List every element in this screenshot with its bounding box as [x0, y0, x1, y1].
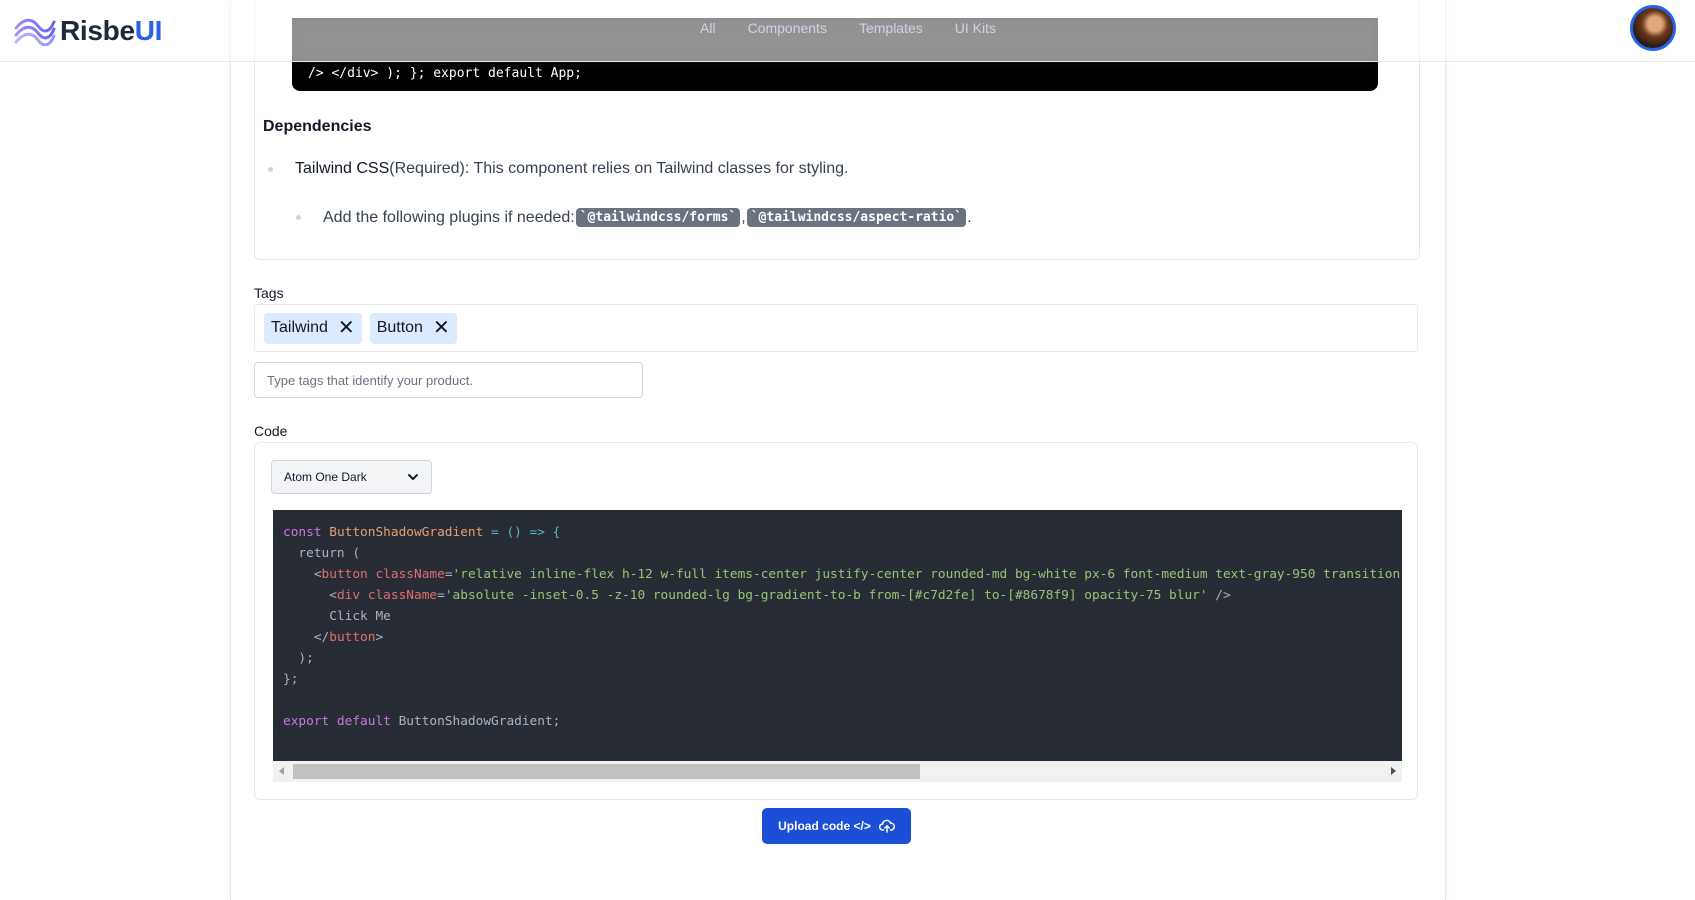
code-token: Click Me	[283, 609, 391, 624]
tag-chip-tailwind: Tailwind ✕	[264, 312, 362, 344]
user-avatar[interactable]	[1630, 5, 1676, 51]
remove-tag-icon[interactable]: ✕	[433, 318, 450, 338]
code-token: 'relative inline-flex h-12 w-full items-…	[452, 567, 1402, 582]
nav-all[interactable]: All	[700, 20, 716, 36]
code-token: >	[375, 630, 384, 645]
tag-label: Button	[376, 319, 423, 336]
code-text: const ButtonShadowGradient = () => { ret…	[273, 510, 1402, 744]
code-token: className	[360, 588, 438, 603]
code-token: = () => {	[483, 525, 561, 540]
code-token: className	[367, 567, 445, 582]
plugin-forms-code: `@tailwindcss/forms`	[575, 208, 741, 227]
code-token: const	[283, 525, 330, 540]
theme-select-value: Atom One Dark	[284, 470, 367, 484]
nav-components[interactable]: Components	[748, 20, 827, 36]
preview-code-text: /> </div> ); }; export default App;	[308, 66, 582, 81]
logo-text: RisbeUI	[60, 15, 162, 47]
code-token: );	[283, 651, 314, 666]
code-token: =	[437, 588, 445, 603]
dependency-name: Tailwind CSS	[295, 160, 390, 177]
logo-text-accent: UI	[134, 15, 163, 46]
main-nav: All Components Templates UI Kits	[700, 20, 996, 36]
scroll-right-icon[interactable]	[1391, 767, 1396, 775]
code-token: ButtonShadowGradient;	[398, 714, 561, 729]
cloud-upload-icon	[878, 819, 895, 833]
code-token: <	[283, 588, 337, 603]
dependencies-title: Dependencies	[263, 118, 372, 135]
plugins-suffix: .	[967, 208, 972, 226]
code-token: =	[444, 567, 453, 582]
code-label: Code	[254, 423, 288, 439]
logo-text-main: Risbe	[60, 15, 135, 46]
dependency-description: (Required): This component relies on Tai…	[389, 160, 849, 177]
bullet	[268, 166, 273, 172]
code-editor[interactable]: const ButtonShadowGradient = () => { ret…	[273, 510, 1402, 761]
wave-logo-icon	[14, 18, 56, 46]
code-token: </	[283, 630, 330, 645]
code-token: 'absolute -inset-0.5 -z-10 rounded-lg bg…	[444, 588, 1208, 603]
remove-tag-icon[interactable]: ✕	[338, 318, 355, 338]
plugin-aspect-ratio-code: `@tailwindcss/aspect-ratio`	[746, 208, 967, 227]
plugins-prefix: Add the following plugins if needed:	[323, 208, 575, 226]
dependency-item-plugins: Add the following plugins if needed: `@t…	[296, 208, 972, 227]
chevron-down-icon	[408, 474, 418, 480]
tags-container[interactable]: Tailwind ✕ Button ✕	[254, 304, 1418, 352]
logo[interactable]: RisbeUI	[14, 14, 162, 48]
nav-ui-kits[interactable]: UI Kits	[955, 20, 996, 36]
code-token: return (	[283, 546, 361, 561]
upload-code-button[interactable]: Upload code </>	[762, 808, 911, 844]
tag-label: Tailwind	[271, 319, 328, 336]
nav-templates[interactable]: Templates	[859, 20, 923, 36]
code-token: export default	[283, 714, 399, 729]
code-token: button	[321, 567, 368, 582]
code-token: />	[1207, 588, 1231, 603]
tag-chip-button: Button ✕	[369, 312, 457, 344]
scroll-left-icon[interactable]	[279, 767, 284, 775]
upload-code-label: Upload code </>	[778, 819, 871, 833]
code-token: <	[283, 567, 322, 582]
tags-label: Tags	[254, 285, 284, 301]
site-header: RisbeUI All Components Templates UI Kits	[0, 0, 1695, 62]
code-token: div	[336, 588, 361, 603]
plugin-separator: ,	[741, 208, 746, 226]
code-token: };	[283, 672, 299, 687]
theme-select[interactable]: Atom One Dark	[271, 460, 432, 494]
code-token: ButtonShadowGradient	[329, 525, 484, 540]
code-token: button	[329, 630, 376, 645]
bullet	[296, 215, 301, 220]
tag-input[interactable]	[254, 362, 643, 398]
scrollbar-thumb[interactable]	[293, 764, 920, 779]
horizontal-scrollbar[interactable]	[273, 761, 1402, 782]
dependency-item-tailwind: Tailwind CSS (Required): This component …	[268, 160, 848, 178]
